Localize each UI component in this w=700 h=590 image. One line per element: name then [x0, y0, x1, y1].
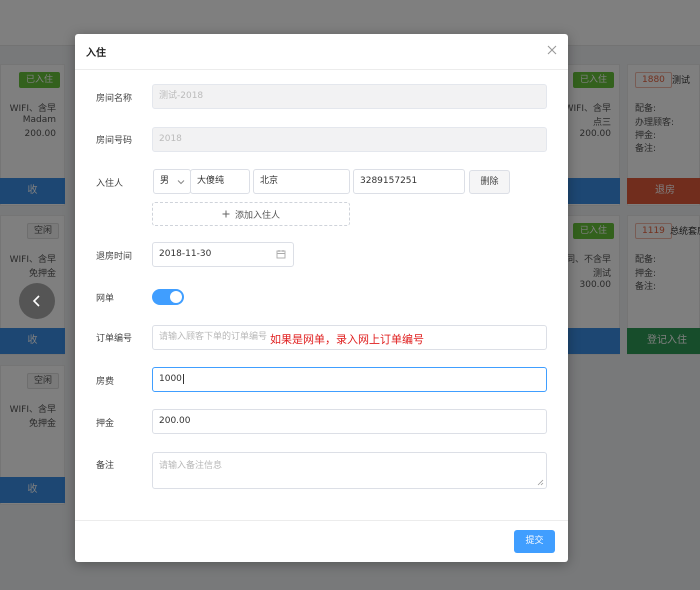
checkout-date-picker[interactable]: 2018-11-30 — [152, 242, 294, 267]
chevron-down-icon — [177, 180, 185, 185]
guest-origin-input[interactable]: 北京 — [253, 169, 350, 194]
check-in-dialog: 入住 房间名称 测试-2018 房间号码 2018 入住人 男 大傻纯 北京 3… — [75, 34, 568, 562]
checkout-date-label: 退房时间 — [96, 252, 133, 262]
room-number-field: 2018 — [152, 127, 547, 152]
resize-handle-icon[interactable] — [537, 479, 544, 486]
room-number-label: 房间号码 — [96, 136, 133, 146]
remark-label: 备注 — [96, 461, 115, 471]
gender-value: 男 — [160, 176, 170, 186]
toggle-knob — [170, 291, 182, 303]
remark-textarea[interactable]: 请输入备注信息 — [152, 452, 547, 489]
online-order-label: 网单 — [96, 294, 115, 304]
delete-guest-button[interactable]: 删除 — [469, 170, 510, 194]
plus-icon — [222, 210, 230, 218]
remark-placeholder: 请输入备注信息 — [159, 461, 223, 471]
deposit-label: 押金 — [96, 419, 115, 429]
room-name-field: 测试-2018 — [152, 84, 547, 109]
guest-phone-input[interactable]: 3289157251 — [353, 169, 465, 194]
order-number-label: 订单编号 — [96, 334, 133, 344]
submit-button[interactable]: 提交 — [514, 530, 555, 553]
close-icon[interactable] — [545, 43, 559, 57]
guest-name-input[interactable]: 大傻纯 — [190, 169, 250, 194]
order-number-placeholder: 请输入顾客下单的订单编号 — [159, 332, 268, 342]
room-fee-input[interactable]: 1000 — [152, 367, 547, 392]
guest-label: 入住人 — [96, 179, 124, 189]
calendar-icon — [276, 250, 286, 259]
add-guest-button[interactable]: 添加入住人 — [152, 202, 350, 226]
deposit-input[interactable]: 200.00 — [152, 409, 547, 434]
room-name-label: 房间名称 — [96, 94, 133, 104]
checkout-date-value: 2018-11-30 — [159, 249, 212, 259]
dialog-title: 入住 — [86, 48, 106, 59]
add-guest-label: 添加入住人 — [234, 210, 280, 221]
previous-page-button[interactable] — [19, 283, 55, 319]
room-fee-label: 房费 — [96, 377, 115, 387]
chevron-left-icon — [32, 295, 40, 307]
gender-select[interactable]: 男 — [153, 169, 191, 194]
annotation-note: 如果是网单，录入网上订单编号 — [270, 333, 424, 346]
online-order-toggle[interactable] — [152, 289, 184, 305]
dialog-header: 入住 — [75, 34, 568, 70]
dialog-footer: 提交 — [75, 520, 568, 562]
text-cursor — [182, 374, 184, 384]
room-fee-value: 1000 — [159, 374, 182, 384]
